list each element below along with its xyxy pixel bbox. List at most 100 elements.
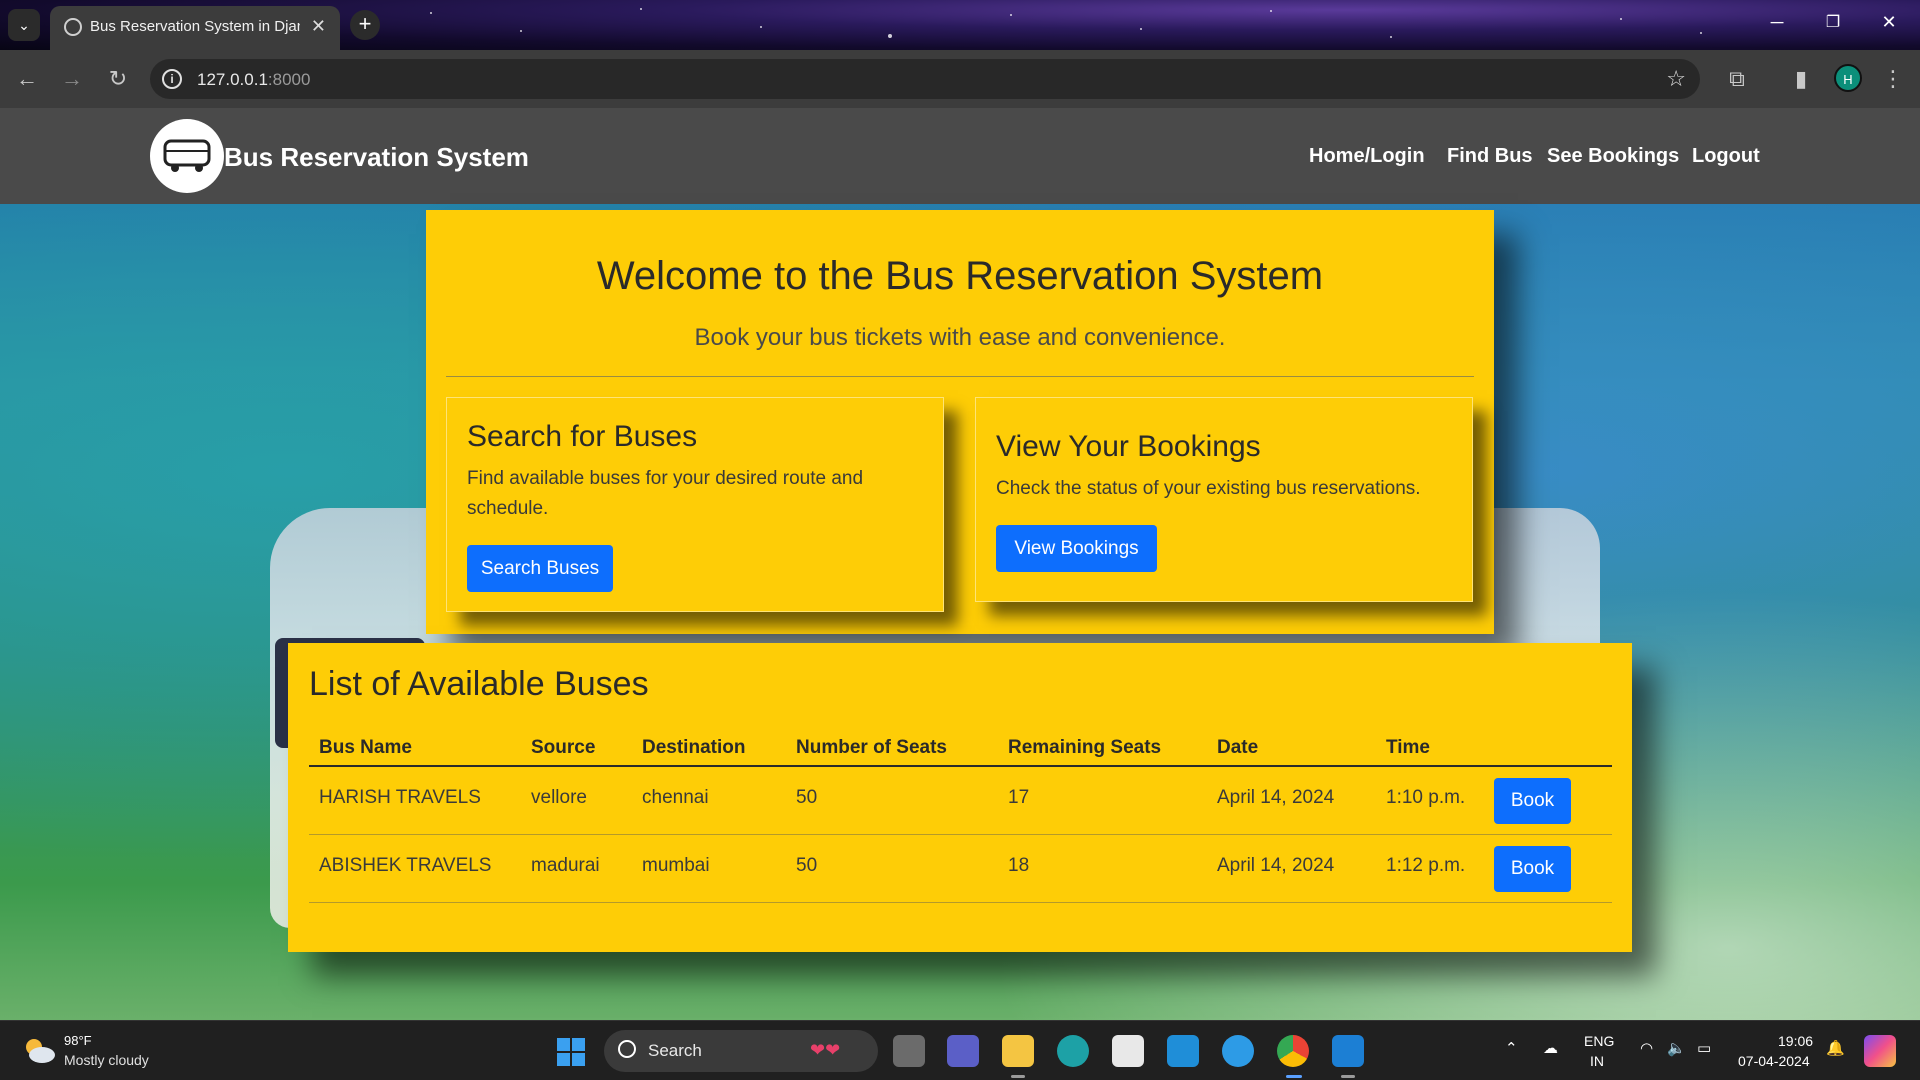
cell-time: 1:12 p.m. <box>1386 855 1466 876</box>
cell-time: 1:10 p.m. <box>1386 787 1466 808</box>
column-header-date: Date <box>1217 737 1259 758</box>
myhp-icon[interactable] <box>1167 1035 1199 1067</box>
clock-date[interactable]: 07-04-2024 <box>1738 1053 1810 1069</box>
url-text[interactable]: 127.0.0.1:8000 <box>197 70 310 90</box>
background-star <box>1140 28 1142 30</box>
extensions-icon[interactable]: ⧉ <box>1722 66 1752 92</box>
wifi-icon[interactable]: ◠ <box>1640 1039 1653 1057</box>
close-tab-icon[interactable]: ✕ <box>311 16 326 37</box>
column-header-destination: Destination <box>642 737 746 758</box>
edge-icon[interactable] <box>1057 1035 1089 1067</box>
task-view-icon[interactable] <box>893 1035 925 1067</box>
file-explorer-icon[interactable] <box>1002 1035 1034 1067</box>
nav-home-login[interactable]: Home/Login <box>1309 145 1425 168</box>
language-indicator[interactable]: ENG <box>1584 1033 1614 1049</box>
section-title: List of Available Buses <box>309 665 649 703</box>
bus-logo[interactable] <box>150 119 224 193</box>
card-title: View Your Bookings <box>996 430 1261 463</box>
profile-avatar[interactable]: H <box>1834 64 1862 92</box>
background-star <box>1270 10 1272 12</box>
taskbar-search[interactable]: Search ❤❤ <box>604 1030 878 1072</box>
site-brand[interactable]: Bus Reservation System <box>224 142 529 173</box>
table-row: ABISHEK TRAVELS madurai mumbai 50 18 Apr… <box>309 835 1612 903</box>
cell-bus-name: HARISH TRAVELS <box>319 787 481 808</box>
tab-search-button[interactable]: ⌄ <box>8 9 40 41</box>
weather-temperature[interactable]: 98°F <box>64 1033 92 1048</box>
nav-see-bookings[interactable]: See Bookings <box>1547 145 1679 168</box>
background-star <box>430 12 432 14</box>
divider <box>446 376 1474 377</box>
view-bookings-card: View Your Bookings Check the status of y… <box>975 397 1473 602</box>
windows-start-icon[interactable] <box>557 1038 585 1066</box>
chrome-icon[interactable] <box>1277 1035 1309 1067</box>
onedrive-icon[interactable]: ☁ <box>1543 1039 1558 1057</box>
copilot-icon[interactable] <box>1864 1035 1896 1067</box>
column-header-source: Source <box>531 737 596 758</box>
restore-icon[interactable]: ❐ <box>1813 12 1853 32</box>
site-navbar: Bus Reservation System Home/Login Find B… <box>0 108 1920 204</box>
card-text: Check the status of your existing bus re… <box>996 478 1421 499</box>
search-label: Search <box>648 1041 702 1060</box>
background-star <box>760 26 762 28</box>
close-window-icon[interactable]: ✕ <box>1869 12 1909 33</box>
clock-time[interactable]: 19:06 <box>1778 1033 1813 1049</box>
book-button[interactable]: Book <box>1494 846 1571 892</box>
nav-find-bus[interactable]: Find Bus <box>1447 145 1533 168</box>
region-indicator[interactable]: IN <box>1590 1053 1604 1069</box>
bookmark-star-icon[interactable]: ☆ <box>1666 66 1686 92</box>
volume-icon[interactable]: 🔈 <box>1667 1039 1686 1057</box>
cell-remaining-seats: 17 <box>1008 787 1030 808</box>
running-indicator <box>1011 1075 1025 1078</box>
cell-date: April 14, 2024 <box>1217 787 1335 808</box>
book-button[interactable]: Book <box>1494 778 1571 824</box>
table-row: HARISH TRAVELS vellore chennai 50 17 Apr… <box>309 767 1612 835</box>
column-header-bus-name: Bus Name <box>319 737 412 758</box>
column-header-remaining-seats: Remaining Seats <box>1008 737 1162 758</box>
bus-logo-icon <box>163 139 211 172</box>
chevron-up-icon[interactable]: ⌃ <box>1505 1039 1518 1057</box>
globe-icon <box>64 18 82 36</box>
nav-logout[interactable]: Logout <box>1692 145 1760 168</box>
cell-source: madurai <box>531 855 600 876</box>
cell-remaining-seats: 18 <box>1008 855 1030 876</box>
vscode-icon[interactable] <box>1332 1035 1364 1067</box>
cell-seats: 50 <box>796 855 818 876</box>
page-viewport: Bus Reservation System Home/Login Find B… <box>0 108 1920 1020</box>
view-bookings-button[interactable]: View Bookings <box>996 525 1157 572</box>
reload-icon[interactable]: ↻ <box>103 66 133 92</box>
back-arrow-icon[interactable]: ← <box>12 66 42 92</box>
new-tab-button[interactable]: + <box>350 10 380 40</box>
cell-bus-name: ABISHEK TRAVELS <box>319 855 492 876</box>
address-bar[interactable]: i 127.0.0.1:8000 ☆ <box>150 59 1700 99</box>
notification-bell-icon[interactable]: 🔔 <box>1826 1039 1845 1057</box>
weather-condition[interactable]: Mostly cloudy <box>64 1052 149 1068</box>
battery-icon[interactable]: ▭ <box>1697 1039 1711 1057</box>
card-text: Find available buses for your desired ro… <box>467 468 864 519</box>
url-host: 127.0.0.1 <box>197 70 268 89</box>
column-header-time: Time <box>1386 737 1431 758</box>
forward-arrow-icon[interactable]: → <box>57 66 87 92</box>
help-icon[interactable] <box>1222 1035 1254 1067</box>
teams-icon[interactable] <box>947 1035 979 1067</box>
cell-source: vellore <box>531 787 587 808</box>
page-subtitle: Book your bus tickets with ease and conv… <box>694 324 1226 351</box>
browser-tab[interactable]: Bus Reservation System in Django ✕ <box>50 6 340 50</box>
side-panel-icon[interactable]: ▮ <box>1786 66 1816 92</box>
browser-toolbar: ← → ↻ i 127.0.0.1:8000 ☆ ⧉ ▮ H ⋮ <box>0 50 1920 108</box>
available-buses-panel: List of Available Buses Bus Name Source … <box>288 643 1632 952</box>
background-star <box>1010 14 1012 16</box>
running-indicator <box>1341 1075 1355 1078</box>
cloudy-weather-icon[interactable] <box>22 1035 56 1065</box>
browser-menu-icon[interactable]: ⋮ <box>1878 66 1908 92</box>
search-buses-button[interactable]: Search Buses <box>467 545 613 592</box>
minimize-icon[interactable]: ─ <box>1757 12 1797 33</box>
store-icon[interactable] <box>1112 1035 1144 1067</box>
background-star <box>888 34 892 38</box>
background-star <box>520 30 522 32</box>
card-title: Search for Buses <box>467 420 698 453</box>
site-info-icon[interactable]: i <box>162 69 182 89</box>
search-highlight-icon: ❤❤ <box>810 1040 841 1060</box>
background-star <box>1390 36 1392 38</box>
column-header-seats: Number of Seats <box>796 737 947 758</box>
page-title: Welcome to the Bus Reservation System <box>596 254 1324 298</box>
